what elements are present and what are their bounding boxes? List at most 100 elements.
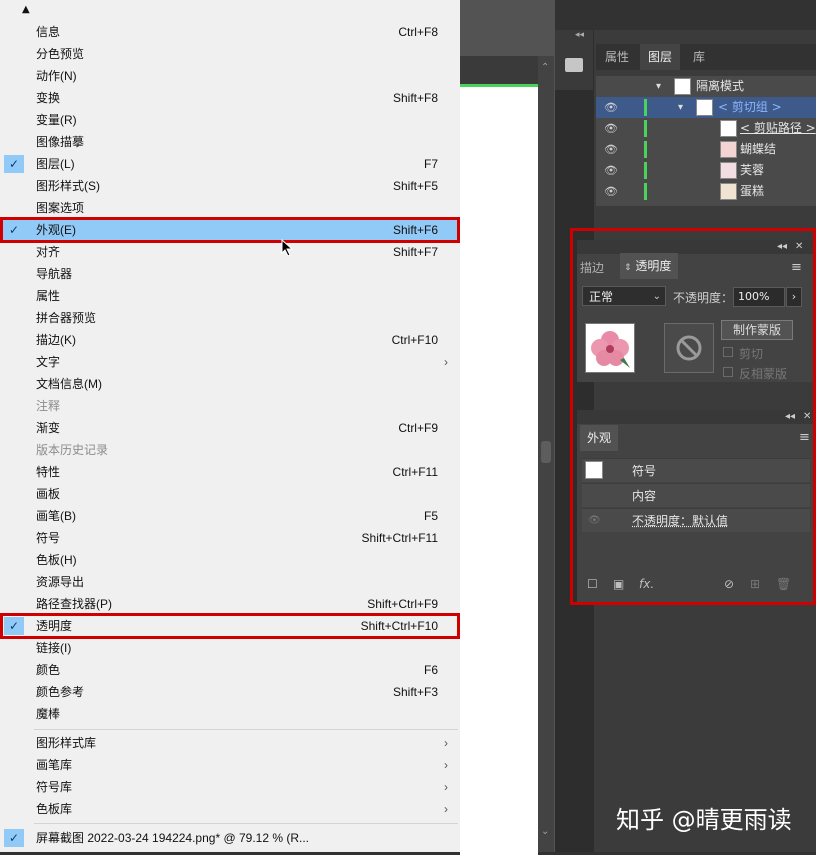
layer-color-bar bbox=[644, 99, 647, 116]
menu-item-label: 渐变 bbox=[36, 421, 61, 435]
tab-layers[interactable]: 图层 bbox=[640, 44, 680, 70]
layer-color-bar bbox=[644, 141, 647, 158]
menu-item-shortcut: F7 bbox=[423, 157, 438, 171]
layer-row[interactable]: 👁 蝴蝶结 bbox=[596, 139, 816, 160]
menu-item[interactable]: 描边(K) Ctrl+F10 bbox=[0, 329, 460, 351]
menu-item[interactable]: 图形样式(S) Shift+F5 bbox=[0, 175, 460, 197]
menu-item: 注释 bbox=[0, 395, 460, 417]
menu-item-shortcut: Ctrl+F9 bbox=[398, 421, 438, 435]
menu-item[interactable]: 文档信息(M) bbox=[0, 373, 460, 395]
menu-item-label: 变量(R) bbox=[36, 113, 77, 127]
menu-item[interactable]: 变量(R) bbox=[0, 109, 460, 131]
menu-item-label: 颜色参考 bbox=[36, 685, 85, 699]
layer-thumbnail bbox=[674, 78, 691, 95]
chevron-right-icon: › bbox=[444, 758, 448, 772]
collapse-icon[interactable]: ◂◂ bbox=[575, 30, 584, 40]
eye-icon[interactable]: 👁 bbox=[604, 160, 618, 181]
highlight-box bbox=[0, 217, 460, 243]
expand-down-icon[interactable]: ▾ bbox=[678, 97, 683, 118]
menu-item-label: 动作(N) bbox=[36, 69, 77, 83]
tab-properties[interactable]: 属性 bbox=[596, 44, 638, 70]
comment-icon[interactable] bbox=[565, 58, 583, 72]
menu-item-label: 画板 bbox=[36, 487, 61, 501]
scroll-up-icon[interactable]: ⌃ bbox=[541, 62, 549, 73]
eye-icon[interactable]: 👁 bbox=[604, 139, 618, 160]
menu-item[interactable]: 拼合器预览 bbox=[0, 307, 460, 329]
layer-row[interactable]: 👁 ▾ < 剪切组 > bbox=[596, 97, 816, 118]
chevron-right-icon: › bbox=[444, 736, 448, 750]
checkmark-icon: ✓ bbox=[4, 829, 24, 847]
layer-row[interactable]: 👁 芙蓉 bbox=[596, 160, 816, 181]
scrollbar-thumb[interactable] bbox=[541, 441, 551, 463]
menu-item-label: 特性 bbox=[36, 465, 61, 479]
layer-color-bar bbox=[644, 120, 647, 137]
layer-name: 隔离模式 bbox=[696, 79, 745, 93]
menu-item[interactable]: 渐变 Ctrl+F9 bbox=[0, 417, 460, 439]
menu-item[interactable]: 信息 Ctrl+F8 bbox=[0, 21, 460, 43]
layer-thumbnail bbox=[720, 162, 737, 179]
chevron-right-icon: › bbox=[444, 780, 448, 794]
menu-separator bbox=[34, 823, 458, 824]
tab-libraries[interactable]: 库 bbox=[682, 44, 716, 70]
menu-item-label: 图形样式(S) bbox=[36, 179, 100, 193]
vertical-scrollbar[interactable]: ⌃ ⌄ bbox=[538, 56, 554, 852]
layer-row[interactable]: 👁 < 剪贴路径 > bbox=[596, 118, 816, 139]
menu-scroll-up-icon[interactable]: ▲ bbox=[22, 4, 30, 15]
layer-thumbnail bbox=[720, 120, 737, 137]
menu-item[interactable]: 图像描摹 bbox=[0, 131, 460, 153]
layer-row[interactable]: 👁 蛋糕 bbox=[596, 181, 816, 202]
menu-item[interactable]: 对齐 Shift+F7 bbox=[0, 241, 460, 263]
menu-item[interactable]: 画板 bbox=[0, 483, 460, 505]
mouse-cursor-icon bbox=[281, 238, 294, 260]
menu-item[interactable]: 魔棒 bbox=[0, 703, 460, 725]
layer-row[interactable]: ▾ 隔离模式 bbox=[596, 76, 816, 97]
scroll-down-icon[interactable]: ⌄ bbox=[541, 826, 549, 837]
menu-item-shortcut: Shift+Ctrl+F11 bbox=[361, 531, 438, 545]
menu-item[interactable]: 属性 bbox=[0, 285, 460, 307]
eye-icon[interactable]: 👁 bbox=[604, 118, 618, 139]
menu-item[interactable]: 画笔库 › bbox=[0, 754, 460, 776]
menu-item-label: 版本历史记录 bbox=[36, 443, 109, 457]
menu-item[interactable]: 符号库 › bbox=[0, 776, 460, 798]
watermark: 知乎 @晴更雨读 bbox=[616, 806, 792, 834]
menu-item[interactable]: 文字 › bbox=[0, 351, 460, 373]
menu-item-label: 路径查找器(P) bbox=[36, 597, 112, 611]
layer-name: 蝴蝶结 bbox=[740, 142, 777, 156]
chevron-right-icon: › bbox=[444, 802, 448, 816]
menu-item[interactable]: 链接(I) bbox=[0, 637, 460, 659]
layer-name: < 剪切组 > bbox=[718, 100, 782, 114]
menu-separator bbox=[34, 729, 458, 730]
menu-item[interactable]: 颜色 F6 bbox=[0, 659, 460, 681]
layer-name: < 剪贴路径 > bbox=[740, 121, 816, 135]
menu-item[interactable]: 路径查找器(P) Shift+Ctrl+F9 bbox=[0, 593, 460, 615]
menu-item[interactable]: 动作(N) bbox=[0, 65, 460, 87]
menu-item[interactable]: 颜色参考 Shift+F3 bbox=[0, 681, 460, 703]
menu-item[interactable]: 变换 Shift+F8 bbox=[0, 87, 460, 109]
menu-item[interactable]: 符号 Shift+Ctrl+F11 bbox=[0, 527, 460, 549]
menu-item-label: 描边(K) bbox=[36, 333, 76, 347]
menu-item[interactable]: 导航器 bbox=[0, 263, 460, 285]
eye-icon[interactable]: 👁 bbox=[604, 181, 618, 202]
artboard[interactable] bbox=[460, 84, 538, 855]
menu-item-label: 文档信息(M) bbox=[36, 377, 102, 391]
menu-item[interactable]: 特性 Ctrl+F11 bbox=[0, 461, 460, 483]
layer-color-bar bbox=[644, 183, 647, 200]
menu-item[interactable]: 图形样式库 › bbox=[0, 732, 460, 754]
expand-down-icon[interactable]: ▾ bbox=[656, 76, 661, 97]
menu-item[interactable]: 画笔(B) F5 bbox=[0, 505, 460, 527]
menu-item[interactable]: 图案选项 bbox=[0, 197, 460, 219]
menu-item-shortcut: Shift+F3 bbox=[392, 685, 438, 699]
menu-item-label: 颜色 bbox=[36, 663, 61, 677]
eye-icon[interactable]: 👁 bbox=[604, 97, 618, 118]
chevron-right-icon: › bbox=[444, 355, 448, 369]
menu-item[interactable]: 分色预览 bbox=[0, 43, 460, 65]
menu-item-shortcut: Ctrl+F10 bbox=[391, 333, 438, 347]
menu-item[interactable]: 色板库 › bbox=[0, 798, 460, 820]
layer-name: 蛋糕 bbox=[740, 184, 765, 198]
checkmark-icon: ✓ bbox=[4, 155, 24, 173]
menu-item[interactable]: ✓ 图层(L) F7 bbox=[0, 153, 460, 175]
menu-item-label: 变换 bbox=[36, 91, 61, 105]
menu-item[interactable]: 色板(H) bbox=[0, 549, 460, 571]
menu-item[interactable]: ✓ 屏幕截图 2022-03-24 194224.png* @ 79.12 % (… bbox=[0, 827, 460, 849]
menu-item[interactable]: 资源导出 bbox=[0, 571, 460, 593]
